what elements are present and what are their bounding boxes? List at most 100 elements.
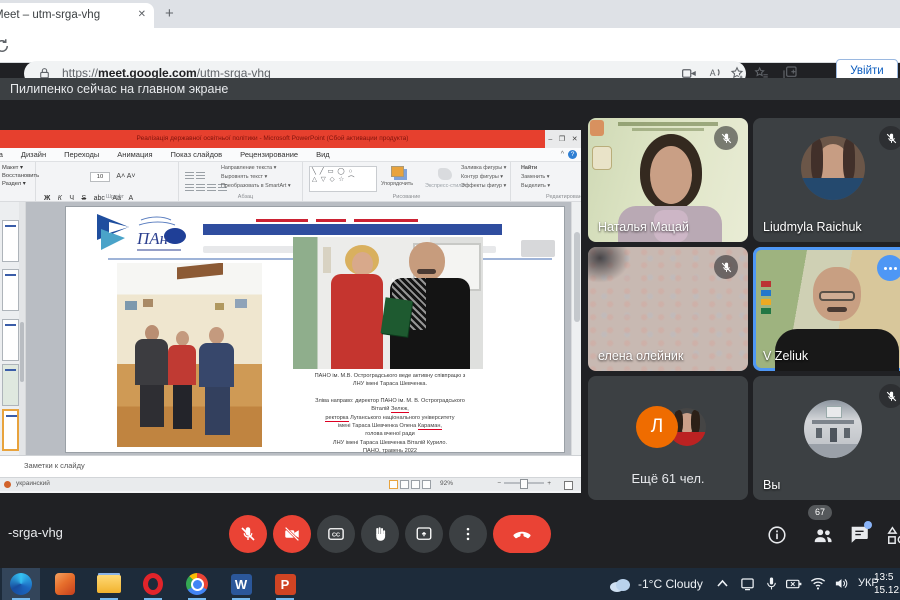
tab-view[interactable]: Вид: [307, 148, 339, 161]
slide-thumbnail[interactable]: [2, 364, 19, 406]
refresh-icon[interactable]: [0, 37, 11, 55]
align-text-button[interactable]: Выровнять текст ▾: [221, 174, 291, 180]
participants-count-badge: 67: [808, 505, 832, 520]
help-icon[interactable]: ?: [568, 150, 577, 159]
quick-styles-button[interactable]: Экспресс-стили: [425, 168, 464, 189]
battery-icon[interactable]: [786, 578, 802, 590]
smartart-button[interactable]: Преобразовать в SmartArt ▾: [221, 183, 291, 189]
text-direction-button[interactable]: Направление текста ▾: [221, 165, 291, 171]
volume-icon[interactable]: [834, 577, 849, 590]
tab-close-icon[interactable]: ✕: [138, 9, 146, 20]
cast-icon[interactable]: [740, 577, 755, 591]
tile-more-people[interactable]: Л Ещё 61 чел.: [588, 376, 748, 500]
drawing-group: ╲ ╱ ▭ ◯ ○ △ ▽ ◇ ☆ ⌒ Упорядочить Экспресс…: [303, 162, 511, 201]
spellcheck-icon: [4, 481, 11, 488]
tile-natalia-matsai[interactable]: Наталья Мацай: [588, 118, 748, 242]
taskbar-edge-icon[interactable]: [8, 571, 34, 597]
taskbar-office-icon[interactable]: [52, 571, 78, 597]
zoom-slider[interactable]: −+: [497, 480, 551, 487]
activities-icon[interactable]: [886, 524, 900, 546]
tray-mic-icon[interactable]: [765, 576, 778, 592]
slide-thumbnail[interactable]: [2, 319, 19, 361]
replace-button[interactable]: Заменить ▾: [521, 174, 581, 180]
svg-text:A: A: [710, 68, 716, 78]
section-button[interactable]: Раздел ▾: [2, 181, 35, 187]
tab-transitions[interactable]: Переходы: [55, 148, 108, 161]
taskbar-clock[interactable]: 13:5 15.12.2: [874, 571, 900, 597]
ppt-body: ПАн: [0, 202, 581, 455]
tray-chevron-icon[interactable]: [716, 579, 729, 588]
taskbar-opera-icon[interactable]: [140, 571, 166, 597]
slide-header-red-text: [256, 219, 308, 222]
tab-design[interactable]: Дизайн: [12, 148, 55, 161]
minimize-icon[interactable]: –: [548, 136, 552, 143]
ribbon-collapse-icon[interactable]: ^: [561, 151, 564, 158]
tab-slideshow[interactable]: Показ слайдов: [162, 148, 232, 161]
tab-animation[interactable]: Анимация: [108, 148, 161, 161]
arrange-button[interactable]: Упорядочить: [381, 166, 413, 187]
more-people-label: Ещё 61 чел.: [588, 471, 748, 486]
slide-thumbnail-panel[interactable]: [0, 202, 26, 455]
maximize-icon[interactable]: ❐: [559, 135, 565, 143]
tile-elena-oleinik[interactable]: елена олейник: [588, 247, 748, 371]
meeting-code: -srga-vhg: [8, 525, 63, 540]
layout-button[interactable]: Макет ▾: [2, 165, 35, 171]
leave-call-button[interactable]: [493, 515, 551, 553]
browser-tab[interactable]: Meet – utm-srga-vhg ✕: [0, 3, 154, 28]
mic-muted-icon: [714, 126, 738, 150]
avatar: [801, 136, 865, 200]
svg-text:ПАн: ПАн: [136, 229, 168, 248]
font-size-box[interactable]: 10: [90, 172, 110, 182]
taskbar-word-icon[interactable]: W: [228, 571, 254, 597]
slide-thumbnail-current[interactable]: [2, 409, 19, 451]
captions-button[interactable]: CC: [317, 515, 355, 553]
shape-fill-button[interactable]: Заливка фигуры ▾: [461, 165, 506, 171]
reset-button[interactable]: Восстановить: [2, 173, 35, 179]
avatar: [804, 400, 862, 458]
participant-name: V Zeliuk: [763, 349, 808, 363]
notes-pane[interactable]: Заметки к слайду: [0, 455, 581, 477]
browser-tab-bar: Meet – utm-srga-vhg ✕ +: [0, 0, 900, 28]
tab-insert[interactable]: Вставка: [0, 148, 12, 161]
weather-text[interactable]: -1°C Cloudy: [638, 577, 703, 591]
mic-off-button[interactable]: [229, 515, 267, 553]
select-button[interactable]: Выделить ▾: [521, 183, 581, 189]
shape-effects-button[interactable]: Эффекты фигур ▾: [461, 183, 506, 189]
taskbar-powerpoint-icon[interactable]: P: [272, 571, 298, 597]
slides-group: Макет ▾ Восстановить Раздел ▾: [0, 162, 36, 201]
mic-muted-icon: [714, 255, 738, 279]
new-tab-button[interactable]: +: [165, 5, 174, 22]
more-options-button[interactable]: [449, 515, 487, 553]
weather-cloud-icon[interactable]: [608, 577, 632, 592]
view-buttons[interactable]: [387, 480, 431, 489]
wifi-icon[interactable]: [810, 577, 826, 590]
slide-thumbnail[interactable]: [2, 269, 19, 311]
participants-icon[interactable]: [812, 524, 834, 546]
taskbar-explorer-icon[interactable]: [96, 571, 122, 597]
fit-to-window-icon[interactable]: [564, 481, 573, 490]
more-options-icon[interactable]: [877, 255, 900, 281]
tab-review[interactable]: Рецензирование: [231, 148, 307, 161]
find-button[interactable]: Найти: [521, 165, 581, 171]
thumbnail-scrollbar[interactable]: [19, 202, 25, 455]
ppt-ribbon-tabs: Вставка Дизайн Переходы Анимация Показ с…: [0, 148, 581, 162]
tile-you[interactable]: Вы: [753, 376, 900, 500]
slide-scrollbar[interactable]: [571, 202, 581, 455]
language-status[interactable]: украинский: [16, 480, 50, 487]
avatar-letter: Л: [636, 406, 678, 448]
slide[interactable]: ПАн: [66, 207, 564, 452]
slide-thumbnail[interactable]: [2, 220, 19, 262]
photo-group-classroom: [117, 263, 262, 447]
raise-hand-button[interactable]: [361, 515, 399, 553]
shape-outline-button[interactable]: Контур фигуры ▾: [461, 174, 506, 180]
tile-v-zeliuk[interactable]: V Zeliuk: [753, 247, 900, 371]
camera-off-button[interactable]: [273, 515, 311, 553]
tile-liudmyla-raichuk[interactable]: Liudmyla Raichuk: [753, 118, 900, 242]
close-icon[interactable]: ✕: [572, 135, 578, 143]
taskbar-chrome-icon[interactable]: [184, 571, 210, 597]
shapes-gallery[interactable]: ╲ ╱ ▭ ◯ ○ △ ▽ ◇ ☆ ⌒: [309, 166, 377, 192]
ppt-window-controls: – ❐ ✕: [545, 130, 581, 148]
present-button[interactable]: [405, 515, 443, 553]
info-icon[interactable]: [766, 524, 788, 546]
zoom-level: 92%: [440, 480, 453, 487]
